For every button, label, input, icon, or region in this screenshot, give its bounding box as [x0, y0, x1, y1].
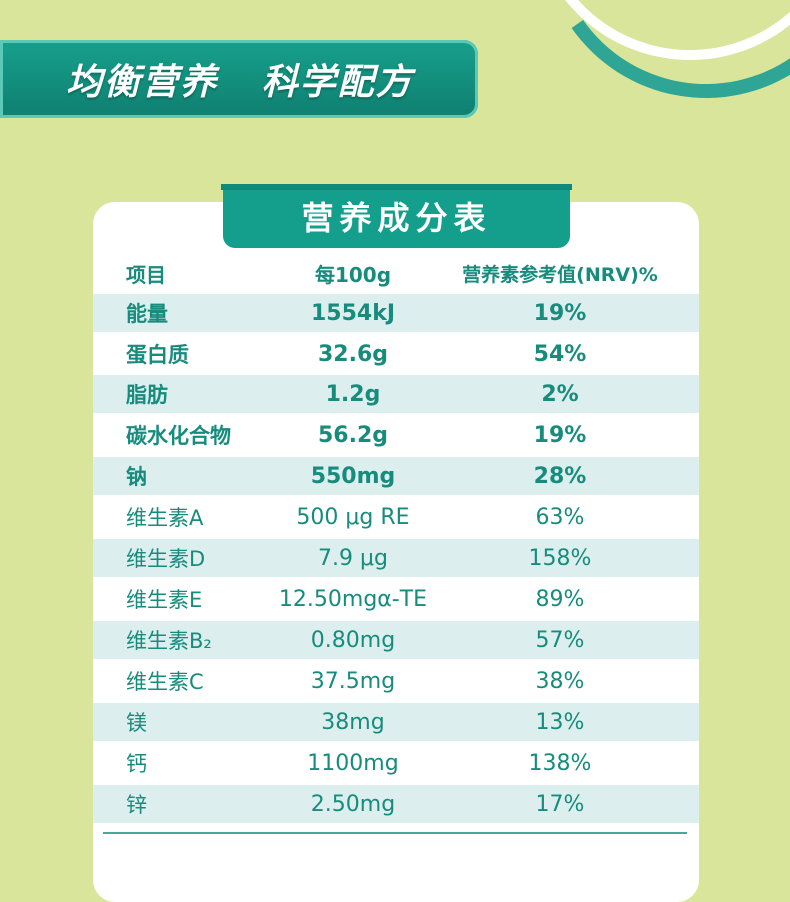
- row-nrv: 28%: [533, 463, 587, 489]
- row-nrv: 13%: [535, 709, 585, 735]
- row-per100g: 1100mg: [307, 750, 399, 776]
- header-item: 项目: [126, 262, 166, 287]
- row-nrv: 89%: [535, 586, 585, 612]
- table-row: 维生素A 500 μg RE 63%: [93, 498, 699, 536]
- row-nrv: 57%: [535, 627, 585, 653]
- row-item: 碳水化合物: [126, 424, 231, 448]
- row-item: 钠: [126, 465, 147, 489]
- table-row: 能量 1554kJ 19%: [93, 294, 699, 332]
- row-nrv: 19%: [533, 300, 587, 326]
- table-header-row: 项目 每100g 营养素参考值(NRV)%: [93, 254, 699, 292]
- row-per100g: 550mg: [310, 463, 396, 489]
- headline-text: 均衡营养 科学配方: [66, 62, 414, 103]
- row-nrv: 19%: [533, 422, 587, 448]
- table-title: 营养成分表: [301, 199, 492, 237]
- row-per100g: 500 μg RE: [296, 504, 410, 530]
- row-per100g: 56.2g: [317, 422, 389, 448]
- row-item: 维生素C: [126, 670, 204, 694]
- header-nrv: 营养素参考值(NRV)%: [462, 263, 658, 286]
- table-row: 镁 38mg 13%: [93, 703, 699, 741]
- table-row: 钙 1100mg 138%: [93, 744, 699, 782]
- row-per100g: 32.6g: [317, 341, 389, 367]
- row-nrv: 2%: [541, 381, 579, 407]
- table-row: 维生素C 37.5mg 38%: [93, 662, 699, 700]
- row-per100g: 1.2g: [325, 381, 381, 407]
- table-row: 脂肪 1.2g 2%: [93, 375, 699, 413]
- row-item: 维生素D: [126, 547, 206, 571]
- row-per100g: 12.50mgα-TE: [278, 586, 428, 612]
- row-item: 蛋白质: [126, 343, 189, 367]
- row-per100g: 7.9 μg: [318, 545, 388, 571]
- row-nrv: 63%: [535, 504, 585, 530]
- table-bottom-line: [103, 832, 687, 834]
- table-row: 碳水化合物 56.2g 19%: [93, 416, 699, 454]
- table-row: 蛋白质 32.6g 54%: [93, 335, 699, 373]
- row-item: 维生素B₂: [126, 629, 212, 653]
- row-nrv: 158%: [528, 545, 592, 571]
- row-item: 镁: [126, 711, 147, 735]
- table-row: 维生素B₂ 0.80mg 57%: [93, 621, 699, 659]
- table-row: 维生素D 7.9 μg 158%: [93, 539, 699, 577]
- row-nrv: 17%: [535, 791, 585, 817]
- row-nrv: 54%: [533, 341, 587, 367]
- row-item: 钙: [126, 752, 147, 776]
- row-item: 维生素E: [126, 588, 203, 612]
- row-nrv: 38%: [535, 668, 585, 694]
- table-row: 维生素E 12.50mgα-TE 89%: [93, 580, 699, 618]
- row-per100g: 2.50mg: [310, 791, 396, 817]
- table-title-tab: 营养成分表: [221, 184, 572, 248]
- row-per100g: 37.5mg: [310, 668, 396, 694]
- row-item: 脂肪: [126, 383, 168, 407]
- header-per100g: 每100g: [314, 262, 392, 287]
- row-per100g: 38mg: [321, 709, 385, 735]
- headline-banner: 均衡营养 科学配方: [0, 40, 478, 118]
- row-per100g: 1554kJ: [310, 300, 396, 326]
- table-row: 锌 2.50mg 17%: [93, 785, 699, 823]
- row-nrv: 138%: [528, 750, 592, 776]
- table-row: 钠 550mg 28%: [93, 457, 699, 495]
- row-item: 能量: [126, 302, 168, 326]
- row-per100g: 0.80mg: [310, 627, 396, 653]
- row-item: 维生素A: [126, 506, 204, 530]
- row-item: 锌: [126, 793, 147, 817]
